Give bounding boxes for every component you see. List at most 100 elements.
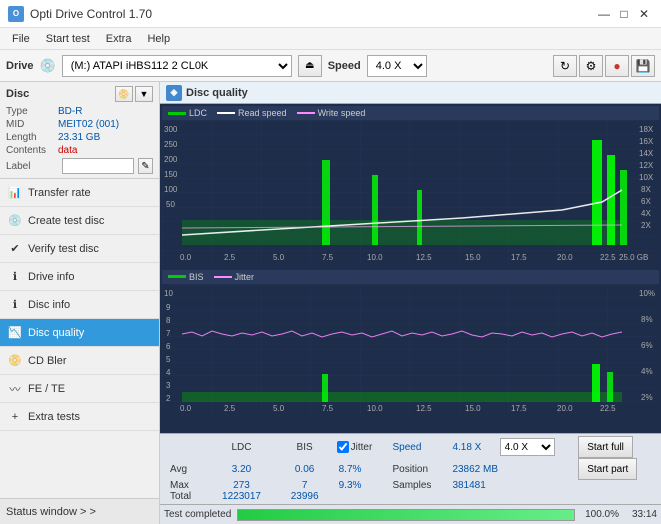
disc-mid-row: MID MEIT02 (001) (6, 119, 153, 130)
disc-length-row: Length 23.31 GB (6, 132, 153, 143)
stats-header-row: LDC BIS Jitter Speed 4.18 X 4.0 (164, 436, 657, 458)
disc-label-input[interactable] (62, 158, 134, 174)
drive-select[interactable]: (M:) ATAPI iHBS112 2 CL0K (62, 55, 292, 77)
nav-extra-tests[interactable]: + Extra tests (0, 403, 159, 431)
start-full-button[interactable]: Start full (578, 436, 633, 458)
app-icon: O (8, 6, 24, 22)
legend-read: Read speed (217, 108, 287, 118)
svg-text:10.0: 10.0 (367, 404, 383, 413)
progress-time: 33:14 (625, 509, 657, 520)
jitter-checkbox[interactable] (337, 441, 349, 453)
menu-extra[interactable]: Extra (98, 31, 140, 47)
speed-select[interactable]: 4.0 X (367, 55, 427, 77)
nav-fe-te-label: FE / TE (28, 383, 65, 395)
svg-text:3: 3 (166, 381, 171, 390)
nav-disc-info[interactable]: ℹ Disc info (0, 291, 159, 319)
drivebar: Drive 💿 (M:) ATAPI iHBS112 2 CL0K ⏏ Spee… (0, 50, 661, 82)
svg-text:2: 2 (166, 394, 171, 403)
svg-text:4: 4 (166, 368, 171, 377)
status-window-label: Status window > > (6, 506, 96, 518)
svg-text:10.0: 10.0 (367, 253, 383, 262)
bottom-chart: BIS Jitter (162, 270, 659, 432)
nav-disc-quality[interactable]: 📉 Disc quality (0, 319, 159, 347)
drive-label: Drive (6, 60, 34, 72)
speed-label: Speed (328, 60, 361, 72)
svg-text:200: 200 (164, 155, 178, 164)
svg-text:2%: 2% (641, 393, 653, 402)
stats-samples-value: 381481 (448, 480, 576, 491)
nav-transfer-rate[interactable]: 📊 Transfer rate (0, 179, 159, 207)
nav-drive-info[interactable]: ℹ Drive info (0, 263, 159, 291)
stats-row: LDC BIS Jitter Speed 4.18 X 4.0 (164, 436, 657, 502)
stats-max-row: Max 273 7 9.3% Samples 381481 (164, 480, 657, 491)
start-part-button[interactable]: Start part (578, 458, 637, 480)
transfer-rate-icon: 📊 (6, 184, 24, 202)
menu-help[interactable]: Help (139, 31, 178, 47)
disc-contents-val: data (58, 145, 153, 156)
svg-text:10%: 10% (639, 289, 655, 298)
app-title: Opti Drive Control 1.70 (30, 7, 152, 21)
stats-samples-label: Samples (388, 480, 448, 491)
disc-icon-btn-2[interactable]: ▼ (135, 86, 153, 102)
legend-ldc-label: LDC (189, 108, 207, 118)
fe-te-icon: 〰 (6, 380, 24, 398)
bis-line-sample (168, 275, 186, 278)
stats-col-bis: BIS (277, 436, 333, 458)
settings-button[interactable]: ⚙ (579, 55, 603, 77)
svg-text:100: 100 (164, 185, 178, 194)
svg-text:2.5: 2.5 (224, 404, 236, 413)
disc-label-btn[interactable]: ✎ (138, 158, 153, 174)
maximize-button[interactable]: □ (615, 5, 633, 23)
svg-text:14X: 14X (639, 149, 654, 158)
disc-length-val: 23.31 GB (58, 132, 153, 143)
info-button[interactable]: ● (605, 55, 629, 77)
nav-create-test-disc-label: Create test disc (28, 215, 104, 227)
svg-text:8: 8 (166, 316, 171, 325)
nav-verify-test-disc[interactable]: ✔ Verify test disc (0, 235, 159, 263)
disc-header: Disc 📀 ▼ (6, 86, 153, 102)
legend-jitter-label: Jitter (235, 272, 255, 282)
refresh-button[interactable]: ↻ (553, 55, 577, 77)
svg-text:17.5: 17.5 (511, 404, 527, 413)
menu-start-test[interactable]: Start test (38, 31, 98, 47)
nav-fe-te[interactable]: 〰 FE / TE (0, 375, 159, 403)
svg-text:5.0: 5.0 (273, 404, 285, 413)
stats-max-bis: 7 (277, 480, 333, 491)
svg-text:16X: 16X (639, 137, 654, 146)
drive-info-icon: ℹ (6, 268, 24, 286)
close-button[interactable]: ✕ (635, 5, 653, 23)
stats-position-label: Position (388, 458, 448, 480)
disc-type-row: Type BD-R (6, 106, 153, 117)
progress-bar-area: Test completed 100.0% 33:14 (160, 504, 661, 524)
svg-text:5.0: 5.0 (273, 253, 285, 262)
disc-mid-val: MEIT02 (001) (58, 119, 153, 130)
jitter-checkbox-label[interactable]: Jitter (337, 441, 385, 453)
legend-read-label: Read speed (238, 108, 287, 118)
stats-col-ldc: LDC (206, 436, 276, 458)
menubar: File Start test Extra Help (0, 28, 661, 50)
bottom-legend: BIS Jitter (162, 270, 659, 284)
stats-total-label: Total (164, 491, 206, 502)
svg-text:12X: 12X (639, 161, 654, 170)
stats-max-jitter: 9.3% (333, 480, 389, 491)
nav-create-test-disc[interactable]: 💿 Create test disc (0, 207, 159, 235)
stats-max-ldc: 273 (206, 480, 276, 491)
eject-button[interactable]: ⏏ (298, 55, 322, 77)
svg-text:7.5: 7.5 (322, 253, 334, 262)
save-button[interactable]: 💾 (631, 55, 655, 77)
svg-text:4X: 4X (641, 209, 651, 218)
disc-icon-btn-1[interactable]: 📀 (115, 86, 133, 102)
svg-text:2X: 2X (641, 221, 651, 230)
drive-icon: 💿 (40, 58, 56, 74)
stats-max-label: Max (164, 480, 206, 491)
disc-title: Disc (6, 88, 29, 100)
nav-cd-bler[interactable]: 📀 CD Bler (0, 347, 159, 375)
speed-select2[interactable]: 4.0 X (500, 438, 555, 456)
status-window-button[interactable]: Status window > > (0, 498, 159, 524)
read-line-sample (217, 112, 235, 114)
minimize-button[interactable]: — (595, 5, 613, 23)
chart-header: ◈ Disc quality (160, 82, 661, 104)
charts-area: LDC Read speed Write speed (160, 104, 661, 433)
menu-file[interactable]: File (4, 31, 38, 47)
write-line-sample (297, 112, 315, 114)
